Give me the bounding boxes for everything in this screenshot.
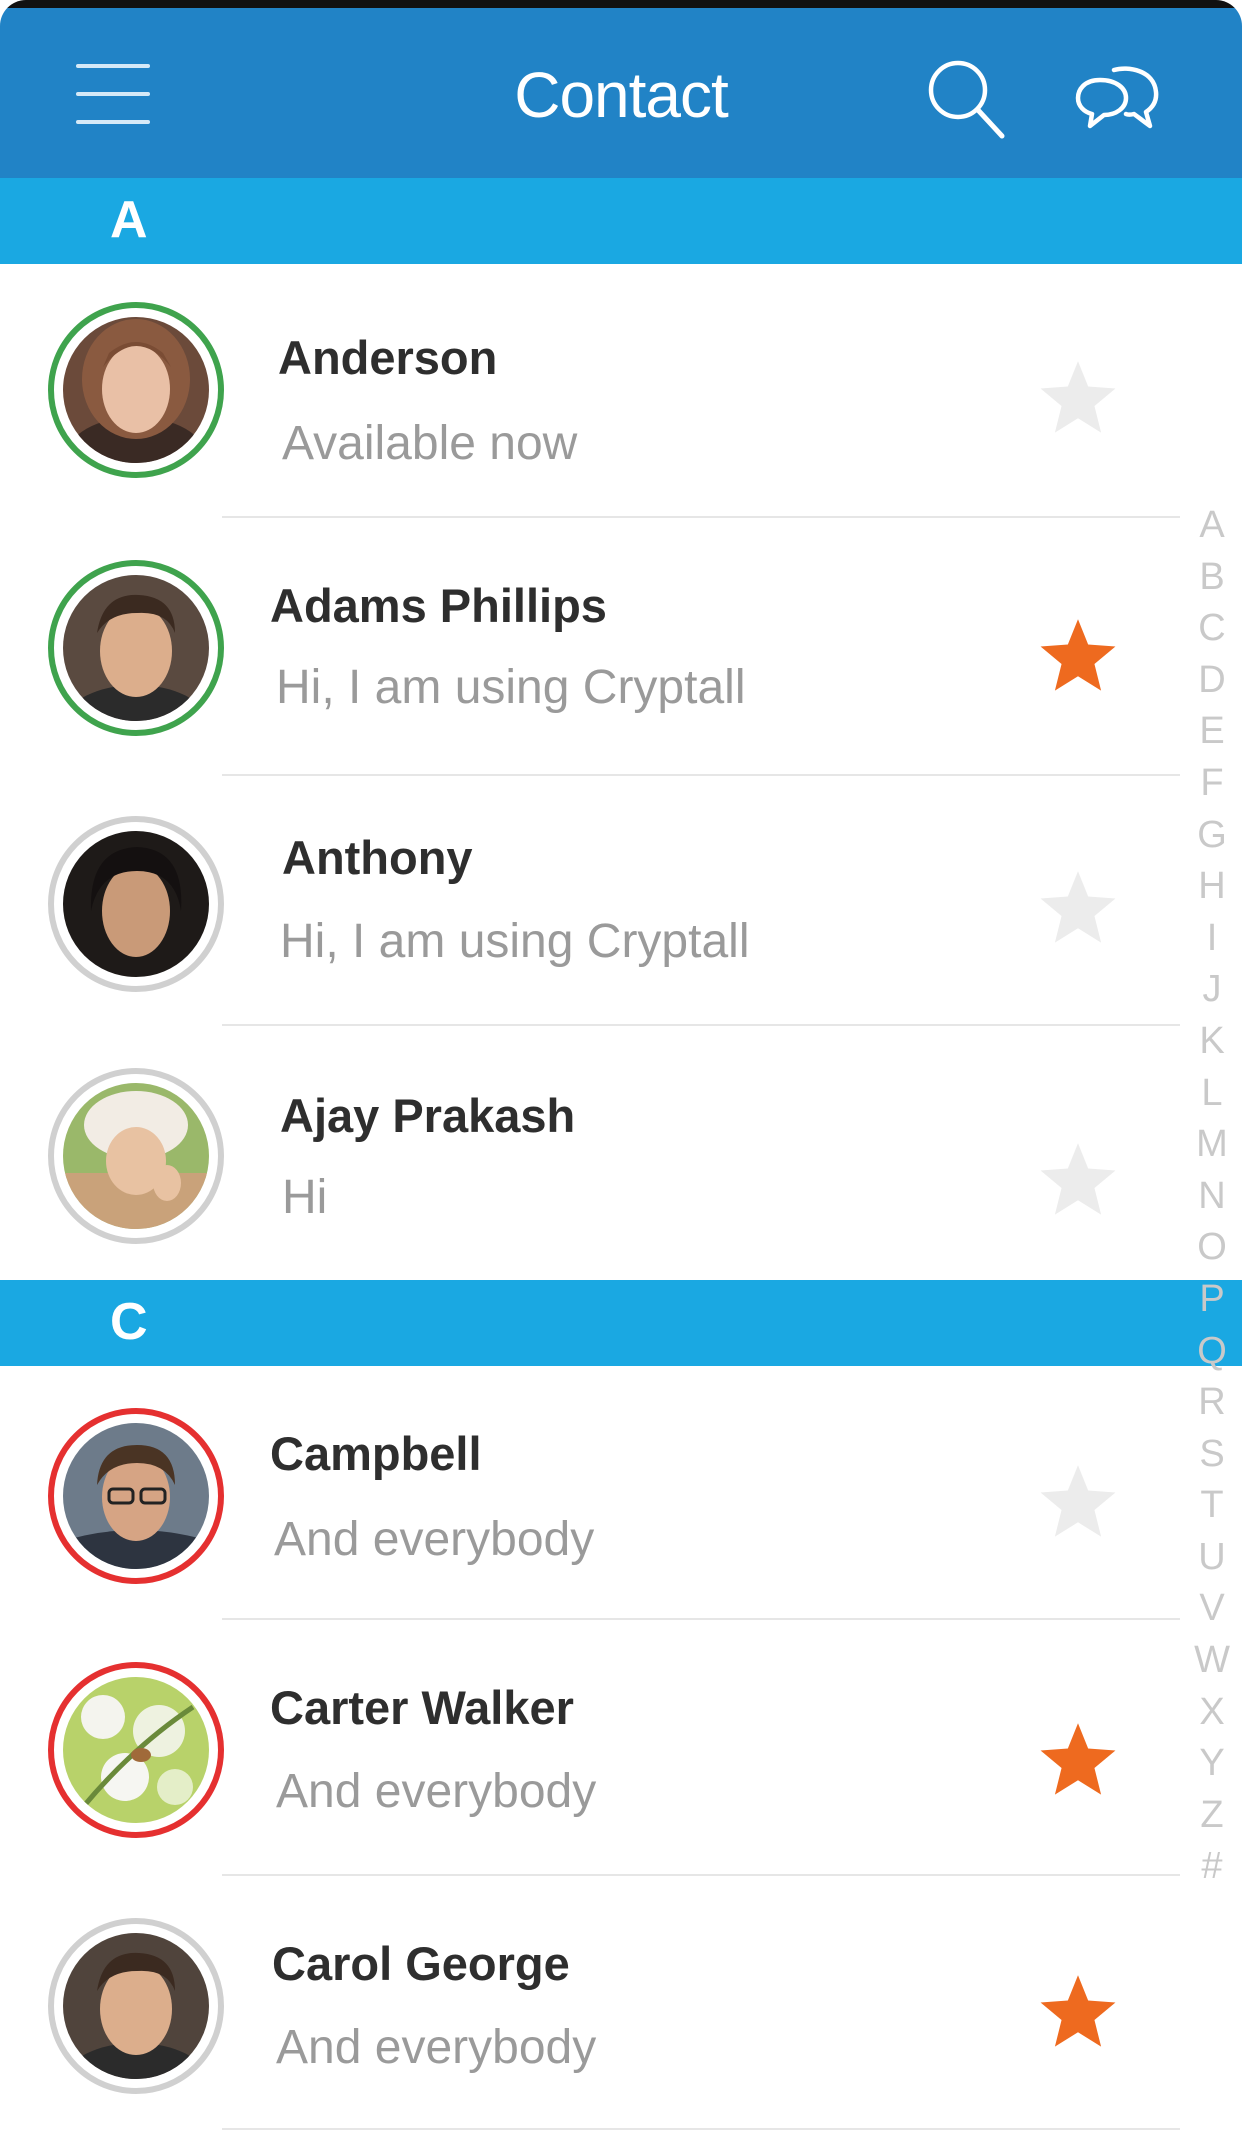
index-letter[interactable]: O <box>1184 1222 1240 1274</box>
star-icon[interactable] <box>1036 356 1120 440</box>
index-letter[interactable]: N <box>1184 1171 1240 1223</box>
contact-row-ajay-prakash[interactable]: Ajay Prakash Hi <box>0 1026 1180 1280</box>
contact-name: Adams Phillips <box>270 579 607 632</box>
index-letter[interactable]: D <box>1184 655 1240 707</box>
row-divider <box>222 2128 1180 2130</box>
contact-status: Hi, I am using Cryptall <box>280 915 750 968</box>
avatar <box>48 816 224 992</box>
top-edge <box>0 0 1242 8</box>
index-letter[interactable]: # <box>1184 1841 1240 1893</box>
index-letter[interactable]: Y <box>1184 1738 1240 1790</box>
index-letter[interactable]: J <box>1184 964 1240 1016</box>
contact-row-anthony[interactable]: Anthony Hi, I am using Cryptall <box>0 776 1180 1026</box>
contact-name: Anderson <box>278 331 498 384</box>
chat-bubbles-icon[interactable] <box>1070 52 1166 148</box>
index-letter[interactable]: H <box>1184 861 1240 913</box>
avatar <box>48 1662 224 1838</box>
contact-status: Hi, I am using Cryptall <box>276 661 746 714</box>
index-letter[interactable]: X <box>1184 1687 1240 1739</box>
contact-status: And everybody <box>276 2021 597 2074</box>
section-header-c: C <box>0 1280 1242 1366</box>
contact-name: Campbell <box>270 1427 482 1480</box>
contact-row-adams-phillips[interactable]: Adams Phillips Hi, I am using Cryptall <box>0 518 1180 774</box>
index-letter[interactable]: L <box>1184 1068 1240 1120</box>
index-letter[interactable]: M <box>1184 1119 1240 1171</box>
star-icon[interactable] <box>1036 1718 1120 1802</box>
index-letter[interactable]: W <box>1184 1635 1240 1687</box>
contact-status: And everybody <box>276 1765 597 1818</box>
index-letter[interactable]: I <box>1184 913 1240 965</box>
avatar <box>48 560 224 736</box>
index-letter[interactable]: V <box>1184 1583 1240 1635</box>
section-header-a: A <box>0 178 1242 264</box>
section-letter: C <box>110 1293 148 1351</box>
contact-status: And everybody <box>274 1513 595 1566</box>
avatar <box>48 1068 224 1244</box>
app-screen: Contact A Anderson Available now Adams P… <box>0 0 1242 2138</box>
index-letter[interactable]: C <box>1184 603 1240 655</box>
contact-row-carol-george[interactable]: Carol George And everybody <box>0 1876 1180 2130</box>
index-letter[interactable]: U <box>1184 1532 1240 1584</box>
search-icon[interactable] <box>918 52 1014 148</box>
star-icon[interactable] <box>1036 1138 1120 1222</box>
index-letter[interactable]: B <box>1184 552 1240 604</box>
star-icon[interactable] <box>1036 1460 1120 1544</box>
contact-name: Anthony <box>282 831 473 884</box>
index-letter[interactable]: P <box>1184 1274 1240 1326</box>
index-letter[interactable]: S <box>1184 1429 1240 1481</box>
contact-status: Available now <box>282 417 578 470</box>
index-letter[interactable]: T <box>1184 1480 1240 1532</box>
alphabet-index[interactable]: A B C D E F G H I J K L M N O P Q R S T … <box>1184 500 1240 1893</box>
contact-name: Carter Walker <box>270 1681 574 1734</box>
contact-status: Hi <box>282 1171 328 1224</box>
index-letter[interactable]: Z <box>1184 1790 1240 1842</box>
avatar <box>48 1408 224 1584</box>
contact-name: Ajay Prakash <box>280 1089 576 1142</box>
contact-row-anderson[interactable]: Anderson Available now <box>0 264 1180 518</box>
contact-row-carter-walker[interactable]: Carter Walker And everybody <box>0 1620 1180 1876</box>
index-letter[interactable]: E <box>1184 706 1240 758</box>
star-icon[interactable] <box>1036 866 1120 950</box>
app-header: Contact <box>0 8 1242 178</box>
avatar <box>48 1918 224 2094</box>
star-icon[interactable] <box>1036 1970 1120 2054</box>
star-icon[interactable] <box>1036 614 1120 698</box>
contact-name: Carol George <box>272 1937 570 1990</box>
index-letter[interactable]: K <box>1184 1016 1240 1068</box>
index-letter[interactable]: F <box>1184 758 1240 810</box>
index-letter[interactable]: R <box>1184 1377 1240 1429</box>
page-title: Contact <box>514 59 729 131</box>
index-letter[interactable]: G <box>1184 810 1240 862</box>
contact-row-campbell[interactable]: Campbell And everybody <box>0 1366 1180 1620</box>
section-letter: A <box>110 191 148 249</box>
index-letter[interactable]: Q <box>1184 1326 1240 1378</box>
index-letter[interactable]: A <box>1184 500 1240 552</box>
avatar <box>48 302 224 478</box>
